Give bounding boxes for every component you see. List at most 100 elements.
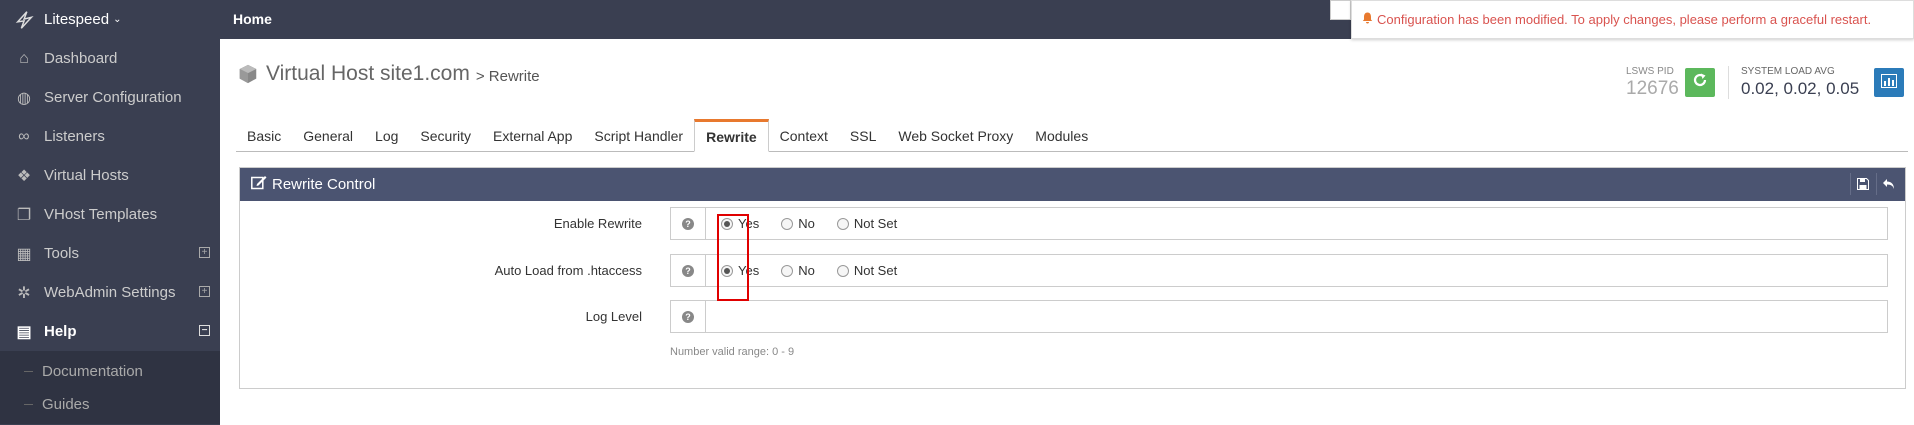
book-icon: ▤ (16, 323, 32, 341)
expand-icon[interactable]: + (199, 286, 210, 297)
panel-header: Rewrite Control (240, 168, 1905, 201)
breadcrumb-home[interactable]: Home (233, 11, 272, 27)
help-submenu: Documentation Guides (0, 351, 220, 424)
home-icon: ⌂ (19, 49, 29, 67)
back-button[interactable] (1876, 173, 1900, 195)
sidebar-item-label: VHost Templates (44, 206, 158, 223)
grid-icon: ▦ (16, 245, 32, 263)
lsws-pid: LSWS PID 12676 (1626, 66, 1679, 100)
litespeed-logo-icon (15, 10, 34, 29)
tab-security[interactable]: Security (409, 120, 482, 151)
sidebar-subitem-label: Guides (42, 396, 90, 413)
refresh-icon (1692, 72, 1708, 93)
cubes-icon: ❖ (16, 167, 32, 185)
auto-load-not-set[interactable]: Not Set (836, 263, 898, 278)
auto-load-htaccess-label: Auto Load from .htaccess (494, 263, 642, 278)
bell-icon (1362, 12, 1373, 27)
sidebar-subitem-label: Documentation (42, 363, 143, 380)
enable-rewrite-field: ? Yes No Not Set (670, 207, 1888, 240)
load-label: SYSTEM LOAD AVG (1741, 66, 1835, 77)
radio-label: Not Set (853, 263, 898, 278)
tab-context[interactable]: Context (769, 120, 839, 151)
sidebar-item-listeners[interactable]: ∞ Listeners (0, 117, 220, 156)
sidebar-item-label: Listeners (44, 128, 105, 145)
collapse-icon[interactable]: − (199, 325, 210, 336)
sidebar-item-dashboard[interactable]: ⌂ Dashboard (0, 39, 220, 78)
tab-bar: Basic General Log Security External App … (236, 119, 1908, 152)
radio-icon (781, 217, 794, 230)
brand-name: Litespeed (44, 11, 110, 28)
load-value: 0.02, 0.02, 0.05 (1741, 79, 1860, 98)
save-icon (1856, 178, 1869, 190)
sidebar-subitem-guides[interactable]: Guides (0, 388, 220, 421)
sidebar-item-vhost-templates[interactable]: ❐ VHost Templates (0, 195, 220, 234)
radio-label: No (798, 216, 815, 231)
tab-log[interactable]: Log (364, 120, 409, 151)
page-subtitle: > Rewrite (475, 67, 540, 85)
sidebar: Litespeed ⌄ ⌂ Dashboard ◍ Server Configu… (0, 0, 220, 425)
tab-script-handler[interactable]: Script Handler (583, 120, 694, 151)
load-chart-button[interactable] (1874, 68, 1904, 97)
sidebar-item-label: WebAdmin Settings (44, 284, 176, 301)
undo-icon (1883, 179, 1894, 189)
sidebar-subitem-documentation[interactable]: Documentation (0, 355, 220, 388)
help-button[interactable]: ? (671, 208, 706, 239)
tab-web-socket-proxy[interactable]: Web Socket Proxy (887, 120, 1024, 151)
sidebar-item-label: Tools (44, 245, 80, 262)
sidebar-item-tools[interactable]: ▦ Tools + (0, 234, 220, 273)
question-icon: ? (682, 310, 694, 323)
sidebar-item-label: Dashboard (44, 50, 118, 67)
enable-rewrite-options: Yes No Not Set (721, 216, 919, 231)
sidebar-item-virtual-hosts[interactable]: ❖ Virtual Hosts (0, 156, 220, 195)
enable-rewrite-no[interactable]: No (781, 216, 815, 231)
sidebar-item-label: Help (44, 323, 77, 340)
radio-icon (836, 217, 849, 230)
question-icon: ? (682, 217, 694, 230)
notice-toggle[interactable] (1330, 0, 1351, 20)
sidebar-item-help[interactable]: ▤ Help − (0, 312, 220, 351)
brand-menu[interactable]: Litespeed ⌄ (0, 0, 220, 39)
edit-icon (251, 175, 267, 194)
bar-chart-icon (1881, 73, 1897, 92)
log-level-input[interactable] (706, 301, 1887, 332)
globe-icon: ◍ (17, 89, 31, 107)
auto-load-htaccess-field: ? Yes No Not Set (670, 254, 1888, 287)
tab-external-app[interactable]: External App (482, 120, 583, 151)
enable-rewrite-not-set[interactable]: Not Set (836, 216, 897, 231)
system-load: SYSTEM LOAD AVG 0.02, 0.02, 0.05 (1728, 66, 1859, 99)
expand-icon[interactable]: + (199, 247, 210, 258)
radio-icon (781, 264, 794, 277)
tab-ssl[interactable]: SSL (839, 120, 887, 151)
graceful-restart-button[interactable] (1685, 68, 1715, 97)
enable-rewrite-label: Enable Rewrite (553, 216, 642, 231)
page-title: Virtual Host site1.com > Rewrite (237, 62, 540, 86)
radio-icon (836, 264, 849, 277)
panel-title: Rewrite Control (272, 176, 376, 193)
rewrite-control-panel: Rewrite Control Enable Rewrite ? Yes No … (239, 167, 1906, 389)
link-icon: ∞ (18, 127, 30, 145)
log-level-label: Log Level (585, 309, 642, 324)
chevron-down-icon: ⌄ (113, 14, 122, 25)
log-level-field: ? (670, 300, 1888, 333)
save-button[interactable] (1850, 173, 1874, 195)
question-icon: ? (682, 264, 694, 277)
auto-load-no[interactable]: No (781, 263, 815, 278)
cube-icon (239, 64, 257, 84)
tab-general[interactable]: General (292, 120, 364, 151)
help-button[interactable]: ? (671, 301, 706, 332)
help-button[interactable]: ? (671, 255, 706, 286)
notice-text: Configuration has been modified. To appl… (1377, 12, 1872, 27)
sidebar-item-webadmin-settings[interactable]: ✲ WebAdmin Settings + (0, 273, 220, 312)
radio-label: No (798, 263, 815, 278)
tab-modules[interactable]: Modules (1024, 120, 1099, 151)
tab-basic[interactable]: Basic (236, 120, 292, 151)
pid-label: LSWS PID (1626, 66, 1674, 77)
gear-icon: ✲ (17, 284, 31, 302)
highlight-box (717, 214, 749, 301)
pid-value: 12676 (1626, 78, 1679, 99)
tab-rewrite[interactable]: Rewrite (694, 119, 769, 152)
restart-notice[interactable]: Configuration has been modified. To appl… (1351, 0, 1914, 39)
sidebar-item-label: Virtual Hosts (44, 167, 129, 184)
copy-icon: ❐ (16, 206, 32, 224)
sidebar-item-server-configuration[interactable]: ◍ Server Configuration (0, 78, 220, 117)
